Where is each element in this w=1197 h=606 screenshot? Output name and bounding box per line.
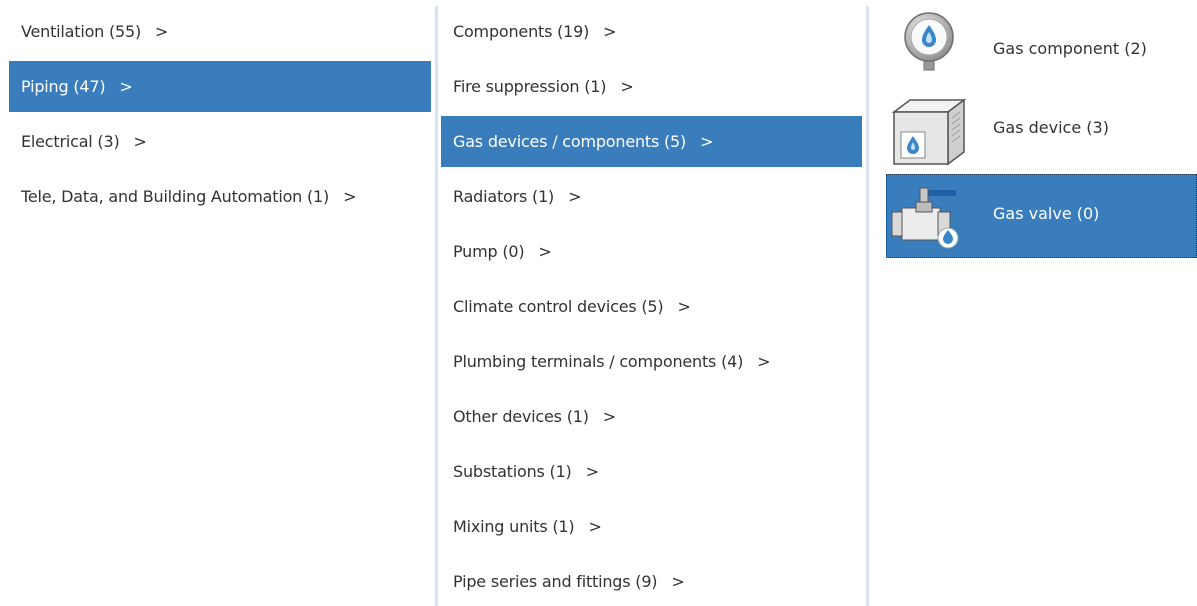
subcategory-item-mixing-units[interactable]: Mixing units (1) > [441,501,862,552]
column-divider [435,6,438,606]
subcategory-label: Pipe series and fittings (9) [453,572,658,591]
category-label: Electrical (3) [21,132,120,151]
tile-label: Gas device (3) [993,118,1109,137]
subcategory-label: Pump (0) [453,242,525,261]
subcategory-item-components[interactable]: Components (19) > [441,6,862,57]
subcategory-label: Climate control devices (5) [453,297,664,316]
subcategory-label: Radiators (1) [453,187,555,206]
subcategory-item-other-devices[interactable]: Other devices (1) > [441,391,862,442]
subcategory-label: Gas devices / components (5) [453,132,687,151]
subcategory-item-substations[interactable]: Substations (1) > [441,446,862,497]
category-column-level-2: Components (19) > Fire suppression (1) >… [441,6,862,606]
chevron-right-icon: > [133,132,147,151]
chevron-right-icon: > [671,572,685,591]
subcategory-item-pump[interactable]: Pump (0) > [441,226,862,277]
gas-valve-icon [888,182,960,254]
tile-gas-component[interactable]: Gas component (2) [886,6,1197,90]
chevron-right-icon: > [343,187,357,206]
chevron-right-icon: > [700,132,714,151]
chevron-right-icon: > [568,187,582,206]
category-item-electrical[interactable]: Electrical (3) > [9,116,431,167]
category-label: Piping (47) [21,77,106,96]
subcategory-item-gas-devices-components[interactable]: Gas devices / components (5) > [441,116,862,167]
category-item-ventilation[interactable]: Ventilation (55) > [9,6,431,57]
chevron-right-icon: > [677,297,691,316]
chevron-right-icon: > [602,407,616,426]
subcategory-item-plumbing-terminals-components[interactable]: Plumbing terminals / components (4) > [441,336,862,387]
tile-label: Gas valve (0) [993,204,1100,223]
subcategory-label: Plumbing terminals / components (4) [453,352,744,371]
category-column-level-1: Ventilation (55) > Piping (47) > Electri… [9,6,431,226]
subcategory-item-pipe-series-fittings[interactable]: Pipe series and fittings (9) > [441,556,862,606]
tile-gas-valve[interactable]: Gas valve (0) [886,174,1197,258]
gas-device-box-icon [888,94,968,166]
subcategory-label: Mixing units (1) [453,517,575,536]
tile-gas-device[interactable]: Gas device (3) [886,90,1197,174]
chevron-right-icon: > [757,352,771,371]
subcategory-label: Substations (1) [453,462,572,481]
chevron-right-icon: > [603,22,617,41]
chevron-right-icon: > [588,517,602,536]
chevron-right-icon: > [585,462,599,481]
chevron-right-icon: > [538,242,552,261]
category-item-piping[interactable]: Piping (47) > [9,61,431,112]
subcategory-label: Fire suppression (1) [453,77,607,96]
subcategory-item-radiators[interactable]: Radiators (1) > [441,171,862,222]
chevron-right-icon: > [620,77,634,96]
subcategory-label: Components (19) [453,22,590,41]
pressure-gauge-icon [902,12,956,72]
chevron-right-icon: > [155,22,169,41]
category-column-level-3: Gas component (2) Gas device (3) Gas val… [886,6,1197,258]
chevron-right-icon: > [119,77,133,96]
category-label: Tele, Data, and Building Automation (1) [21,187,330,206]
category-item-tele-data-building-automation[interactable]: Tele, Data, and Building Automation (1) … [9,171,431,222]
subcategory-item-fire-suppression[interactable]: Fire suppression (1) > [441,61,862,112]
subcategory-label: Other devices (1) [453,407,589,426]
tile-label: Gas component (2) [993,39,1147,58]
category-label: Ventilation (55) [21,22,142,41]
subcategory-item-climate-control-devices[interactable]: Climate control devices (5) > [441,281,862,332]
category-browser: Ventilation (55) > Piping (47) > Electri… [0,0,1197,606]
column-divider [866,6,869,606]
